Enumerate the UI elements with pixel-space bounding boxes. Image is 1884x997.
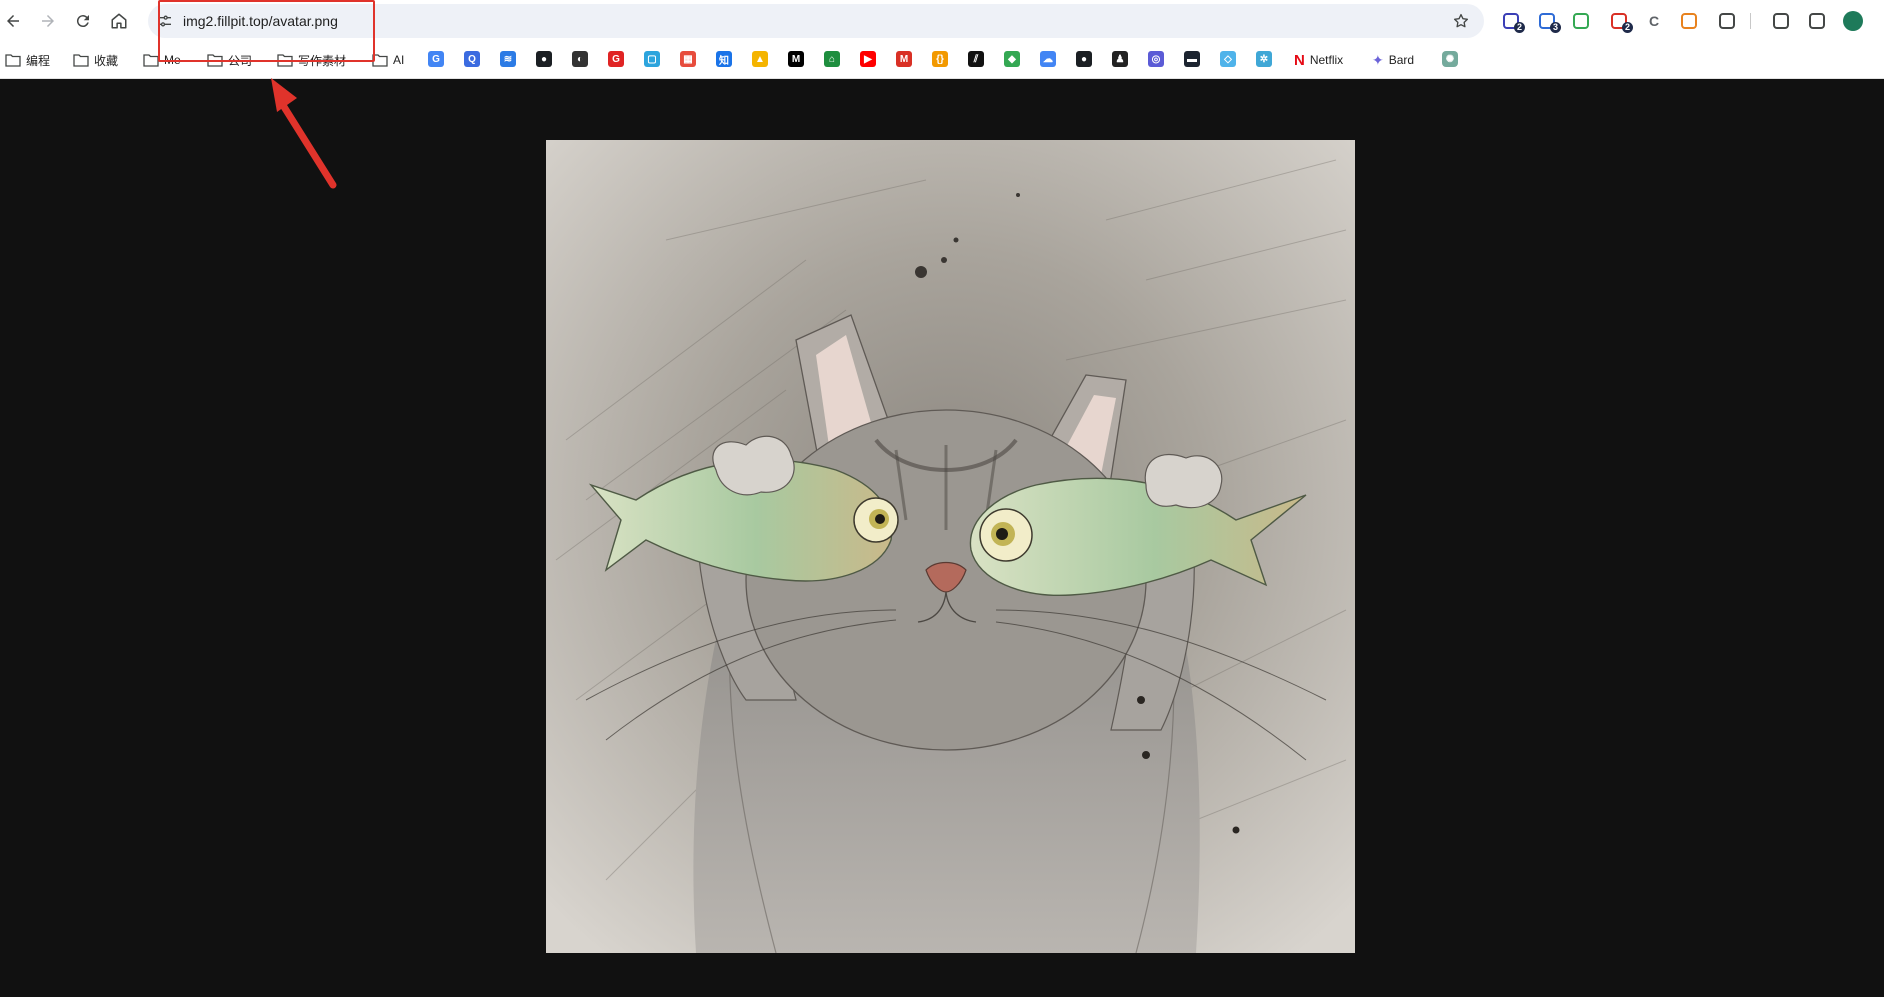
github-icon[interactable]: ● — [1076, 51, 1092, 67]
stripes-icon[interactable]: ⫽ — [968, 51, 984, 67]
ext-shield-icon[interactable] — [1568, 8, 1594, 34]
bookmarks-bar: 编程 收藏 Me 公司 写作素材 AI G Q ≋ ● ◐ G ▢ ▦ 知 ▲ M ⌂ ▶ M {} ⫽ ◆ ☁ ●… — [0, 42, 1884, 79]
bookmark-bard[interactable]: ✦ Bard — [1372, 48, 1414, 72]
green-store-icon[interactable]: ⌂ — [824, 51, 840, 67]
google-icon[interactable]: G — [428, 51, 444, 67]
github-icon[interactable]: ● — [536, 51, 552, 67]
bard-sparkle-icon: ✦ — [1372, 51, 1384, 68]
side-panel-icon[interactable] — [1804, 8, 1830, 34]
site-info-button[interactable] — [152, 8, 178, 34]
zhihu-icon[interactable]: 知 — [716, 51, 732, 67]
address-bar[interactable]: img2.fillpit.top/avatar.png — [148, 4, 1484, 38]
snow-icon[interactable]: ✲ — [1256, 51, 1272, 67]
bookmark-folder-me[interactable]: Me — [143, 48, 181, 72]
folder-icon — [207, 54, 223, 67]
folder-icon — [143, 54, 159, 67]
bookmark-star-button[interactable] — [1448, 8, 1474, 34]
bookmark-folder-label: 收藏 — [94, 53, 119, 68]
bookmark-folder-gongsi[interactable]: 公司 — [207, 48, 252, 72]
light-blue-icon[interactable]: ◇ — [1220, 51, 1236, 67]
layers-icon[interactable]: ≋ — [500, 51, 516, 67]
extension-badge: 3 — [1549, 22, 1561, 33]
url-text[interactable]: img2.fillpit.top/avatar.png — [183, 4, 338, 38]
bookmark-folder-label: 公司 — [228, 53, 253, 68]
browser-toolbar: img2.fillpit.top/avatar.png 232C — [0, 0, 1884, 42]
cat-with-fish-illustration — [546, 140, 1355, 953]
red-grid-icon[interactable]: ▦ — [680, 51, 696, 67]
home-button[interactable] — [106, 8, 132, 34]
back-button[interactable] — [0, 8, 26, 34]
bilibili-icon[interactable]: ▢ — [644, 51, 660, 67]
bookmark-folder-biancheng[interactable]: 编程 — [5, 48, 50, 72]
red-g-icon[interactable]: G — [608, 51, 624, 67]
avatar-image — [546, 140, 1355, 953]
reload-icon — [76, 15, 89, 28]
tune-icon — [159, 15, 171, 27]
folder-icon — [277, 54, 293, 67]
bookmark-folder-shoucang[interactable]: 收藏 — [73, 48, 118, 72]
download-icon[interactable] — [1768, 8, 1794, 34]
forward-icon — [42, 15, 54, 27]
netflix-icon: N — [1294, 51, 1305, 69]
folder-icon — [5, 54, 21, 67]
home-icon — [111, 13, 127, 29]
chatbot-icon[interactable]: ◐ — [572, 51, 588, 67]
bookmark-folder-label: 写作素材 — [298, 53, 347, 68]
bookmark-folder-label: AI — [393, 53, 405, 67]
bookmark-folder-ai[interactable]: AI — [372, 48, 404, 72]
back-icon — [7, 15, 19, 27]
reload-button[interactable] — [70, 8, 96, 34]
bookmark-label: Bard — [1388, 53, 1415, 67]
youtube-icon[interactable]: ▶ — [860, 51, 876, 67]
search-q-icon[interactable]: Q — [464, 51, 480, 67]
code-bracket-icon[interactable]: {} — [932, 51, 948, 67]
qq-penguin-icon[interactable]: ♟ — [1112, 51, 1128, 67]
bookmark-label: Netflix — [1309, 53, 1344, 67]
medium-icon[interactable]: M — [788, 51, 804, 67]
bookmark-folder-xiezuo[interactable]: 写作素材 — [277, 48, 346, 72]
extension-badge: 2 — [1621, 22, 1633, 33]
star-icon — [1453, 13, 1469, 28]
gmail-icon[interactable]: M — [896, 51, 912, 67]
purple-app-icon[interactable]: ◎ — [1148, 51, 1164, 67]
ext-c-icon[interactable]: C — [1641, 8, 1667, 34]
forward-button[interactable] — [35, 8, 61, 34]
folder-icon — [372, 54, 388, 67]
google-drive-icon[interactable]: ▲ — [752, 51, 768, 67]
annotation-arrow-icon — [271, 78, 337, 189]
ext-stack-icon[interactable]: 2 — [1498, 8, 1525, 34]
metamask-fox-icon[interactable] — [1676, 8, 1702, 34]
ext-translate-icon[interactable]: 3 — [1534, 8, 1561, 34]
extensions-puzzle-icon[interactable] — [1714, 8, 1740, 34]
toolbar-divider — [1750, 13, 1751, 29]
folder-icon — [73, 54, 89, 67]
cloud-icon[interactable]: ☁ — [1040, 51, 1056, 67]
bookmark-folder-label: 编程 — [26, 53, 51, 68]
ext-red-icon[interactable]: 2 — [1606, 8, 1633, 34]
profile-avatar[interactable] — [1840, 8, 1866, 34]
maps-icon[interactable]: ◆ — [1004, 51, 1020, 67]
bookmark-netflix[interactable]: N Netflix — [1294, 48, 1343, 72]
dark-box-icon[interactable]: ▬ — [1184, 51, 1200, 67]
extension-badge: 2 — [1513, 22, 1525, 33]
chatgpt-icon[interactable]: ✺ — [1442, 51, 1458, 67]
bookmark-folder-label: Me — [164, 53, 181, 67]
